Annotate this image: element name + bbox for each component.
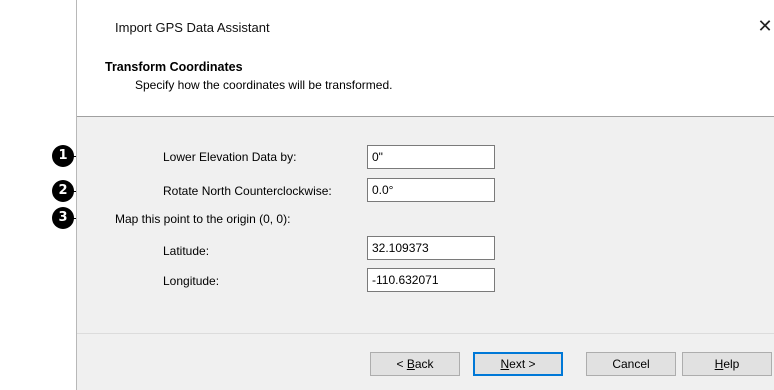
back-button-mnemonic: B <box>406 357 415 371</box>
latitude-label: Latitude: <box>163 244 210 258</box>
help-button[interactable]: Help <box>682 352 772 376</box>
next-button-rest: ext > <box>509 357 536 371</box>
callout-3-badge: 3 <box>52 207 74 229</box>
back-button-prefix: < <box>396 357 407 371</box>
page-title: Transform Coordinates <box>105 60 243 74</box>
back-button-rest: ack <box>414 357 434 371</box>
longitude-field[interactable]: -110.632071 <box>367 268 495 292</box>
rotate-north-field[interactable]: 0.0° <box>367 178 495 202</box>
rotate-north-label: Rotate North Counterclockwise: <box>163 184 332 198</box>
cancel-button[interactable]: Cancel <box>586 352 676 376</box>
latitude-field[interactable]: 32.109373 <box>367 236 495 260</box>
callout-2-badge: 2 <box>52 180 74 202</box>
back-button[interactable]: < Back <box>370 352 460 376</box>
longitude-label: Longitude: <box>163 274 220 288</box>
help-button-rest: elp <box>723 357 740 371</box>
callout-1-badge: 1 <box>52 145 74 167</box>
lower-elevation-field[interactable]: 0" <box>367 145 495 169</box>
close-icon[interactable]: ✕ <box>755 14 774 38</box>
next-button[interactable]: Next > <box>473 352 563 376</box>
form-area: Lower Elevation Data by: 0" Rotate North… <box>77 117 774 333</box>
title-bar: Import GPS Data Assistant ✕ <box>77 0 774 52</box>
next-button-mnemonic: N <box>500 357 510 371</box>
button-bar: < Back Next > Cancel Help <box>77 333 774 390</box>
import-gps-dialog: Import GPS Data Assistant ✕ Transform Co… <box>76 0 774 390</box>
map-point-label: Map this point to the origin (0, 0): <box>115 212 291 226</box>
page-subtitle: Specify how the coordinates will be tran… <box>135 78 393 92</box>
page-header: Transform Coordinates Specify how the co… <box>77 52 774 116</box>
window-title: Import GPS Data Assistant <box>115 20 270 35</box>
lower-elevation-label: Lower Elevation Data by: <box>163 150 297 164</box>
